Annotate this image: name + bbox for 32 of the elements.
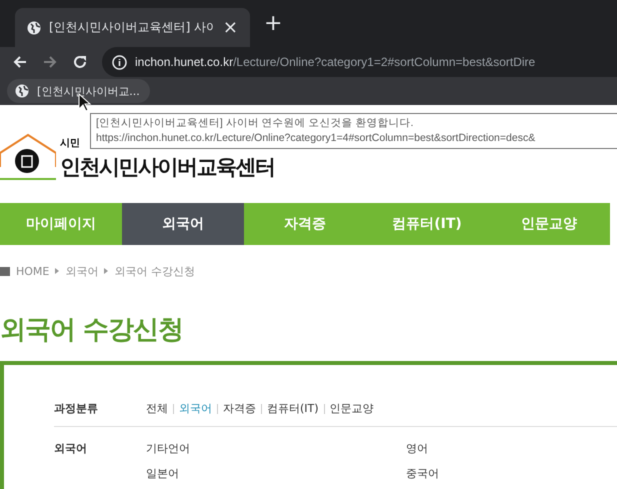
back-icon[interactable] [12,54,28,70]
breadcrumb-link[interactable]: 외국어 [65,264,98,278]
reload-icon[interactable] [72,54,88,70]
breadcrumb-link[interactable]: HOME [16,264,50,278]
breadcrumb-link[interactable]: 외국어 수강신청 [114,264,195,278]
category-link[interactable]: 인문교양 [330,401,374,416]
nav-tab[interactable]: 외국어 [122,203,244,245]
subcategory-link[interactable]: 기타언어 [146,441,406,456]
category-link[interactable]: 컴퓨터(IT) [267,401,319,416]
globe-icon [27,20,41,34]
chevron-icon [104,268,108,274]
tooltip: [인천시민사이버교육센터] 사이버 연수원에 오신것을 환영합니다. https://inchon.hunet.co.kr/Lecture/Online?category1=4#sortColumn=best&sortDirection=desc& [90,113,617,149]
new-tab-button[interactable]: + [264,11,282,36]
bookmark-item[interactable]: [인천시민사이버교... [7,79,150,103]
category-link[interactable]: 자격증 [223,401,256,416]
subcategory-link[interactable]: 영어 [406,441,506,456]
forward-icon[interactable] [42,54,58,70]
subcategory-link[interactable]: 일본어 [146,466,406,481]
subcategory-label: 외국어 [54,441,88,457]
page-title: 외국어 수강신청 [0,314,184,347]
category-link[interactable]: 전체 [146,401,168,416]
close-tab-button[interactable]: × [222,17,238,38]
info-icon[interactable] [112,54,127,70]
chevron-icon [55,268,60,274]
browser-tab[interactable]: [인천시민사이버교육센터] 사이 × [15,8,250,47]
globe-icon [15,84,29,98]
category-link[interactable]: 외국어 [179,401,212,416]
logo-text: 인천시민사이버교육센터 [60,154,274,181]
filter-label: 과정분류 [54,401,99,416]
logo-subtext: 시민 [60,137,80,150]
subcategory-link[interactable]: 중국어 [406,466,506,481]
address-bar[interactable]: inchon.hunet.co.kr/Lecture/Online?category1=2#sortColumn=best&sortDire [102,47,617,77]
